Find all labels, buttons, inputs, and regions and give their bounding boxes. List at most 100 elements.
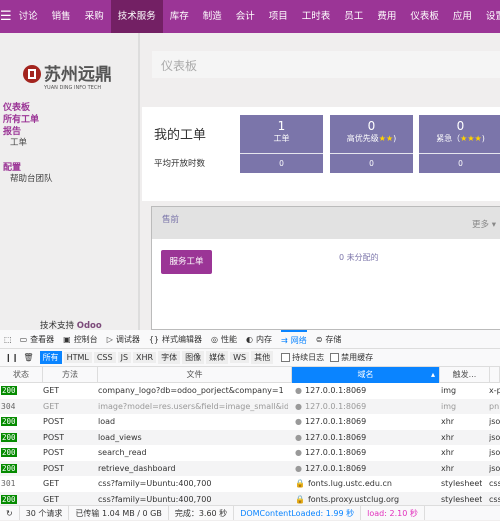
devtools-tab[interactable]: {} 样式编辑器 xyxy=(149,334,202,345)
filter-button[interactable]: JS xyxy=(117,352,132,363)
trash-icon[interactable]: 🗑 xyxy=(23,353,33,362)
ticket-tile[interactable]: 0 高优先级★★) 0 xyxy=(330,115,413,173)
ticket-tile[interactable]: 0 紧急（★★★) 0 xyxy=(419,115,500,173)
filter-button[interactable]: 字体 xyxy=(158,351,181,364)
devtools-tab[interactable]: ⇉ 网络 xyxy=(281,329,307,349)
top-navbar: ☰ 讨论销售采购技术服务库存制造会计项目工时表员工费用仪表板应用设置 xyxy=(0,0,500,33)
lock-icon: 🔒 xyxy=(295,479,305,488)
cause-cell: img xyxy=(441,386,457,395)
domain-text: 127.0.0.1:8069 xyxy=(304,432,367,442)
request-row[interactable]: 304 GET image?model=res.users&field=image_… xyxy=(0,398,500,415)
tab-icon: ▷ xyxy=(106,334,113,344)
tab-icon: ⇉ xyxy=(281,335,288,345)
tab-icon: ▭ xyxy=(19,334,28,344)
tile-avg-hours[interactable]: 0 xyxy=(240,153,323,173)
footer-transferred: 已传输 1.04 MB / 0 GB xyxy=(69,506,169,520)
nav-item[interactable]: 应用 xyxy=(446,0,479,33)
tile-label: 高优先级★★) xyxy=(330,133,413,144)
column-header[interactable]: 文件 xyxy=(98,367,292,383)
filter-button[interactable]: 其他 xyxy=(251,351,274,364)
service-ticket-button[interactable]: 服务工单 xyxy=(161,250,212,274)
status-cell: 200 xyxy=(1,414,17,430)
sidebar-item[interactable]: 帮助台团队 xyxy=(10,172,53,184)
nav-item[interactable]: 销售 xyxy=(45,0,78,33)
column-label: 触发... xyxy=(452,370,477,379)
request-row[interactable]: 200 POST search_read ● 127.0.0.1:8069 xhr jso xyxy=(0,445,500,461)
devtools-tab[interactable]: ▷ 调试器 xyxy=(107,334,140,345)
devtools-tab[interactable]: ◎ 性能 xyxy=(211,334,237,345)
filter-button[interactable]: CSS xyxy=(93,352,116,363)
nav-item[interactable]: 设置 xyxy=(479,0,500,33)
globe-icon: ● xyxy=(295,417,302,426)
request-row[interactable]: 200 GET company_logo?db=odoo_porject&compa… xyxy=(0,383,500,399)
tile-count: 1 xyxy=(277,119,286,133)
request-row[interactable]: 200 POST retrieve_dashboard ● 127.0.0.1:8069… xyxy=(0,460,500,476)
column-label: 文件 xyxy=(186,370,203,379)
more-dropdown[interactable]: 更多 ▾ xyxy=(472,218,496,230)
priority-stars-icon: ★★ xyxy=(378,134,394,143)
nav-item[interactable]: 库存 xyxy=(163,0,196,33)
method-cell: POST xyxy=(43,448,65,457)
filter-button[interactable]: 媒体 xyxy=(206,351,229,364)
nav-item[interactable]: 项目 xyxy=(262,0,295,33)
globe-icon: ● xyxy=(295,448,302,457)
filter-button[interactable]: WS xyxy=(230,352,250,363)
nav-item[interactable]: 采购 xyxy=(78,0,111,33)
nav-item[interactable]: 制造 xyxy=(196,0,229,33)
column-header[interactable]: 方法 xyxy=(43,367,98,383)
column-header[interactable]: 触发... xyxy=(440,367,490,383)
file-cell: load xyxy=(98,417,116,426)
status-code: 200 xyxy=(1,448,17,457)
nav-item[interactable]: 工时表 xyxy=(295,0,338,33)
network-table-header: 状态 方法 文件 域名 ▴ 触发... xyxy=(0,367,500,383)
checkbox[interactable] xyxy=(281,353,291,362)
tile-avg-hours[interactable]: 0 xyxy=(419,153,500,173)
request-row[interactable]: 301 GET css?family=Ubuntu:400,700 🔒 fonts.lu… xyxy=(0,476,500,492)
status-cell: 200 xyxy=(1,445,17,461)
tile-avg-hours[interactable]: 0 xyxy=(330,153,413,173)
ticket-tile[interactable]: 1 工单 0 xyxy=(240,115,323,173)
lock-icon: 🔒 xyxy=(295,494,305,504)
devtools-tab[interactable]: ◐ 内存 xyxy=(246,334,272,345)
globe-icon: ● xyxy=(295,432,302,442)
nav-item[interactable]: 费用 xyxy=(370,0,403,33)
cause-cell: stylesheet xyxy=(441,479,483,488)
nav-item[interactable]: 讨论 xyxy=(12,0,45,33)
domain-cell: ● 127.0.0.1:8069 xyxy=(295,383,366,399)
sort-asc-icon: ▴ xyxy=(430,370,435,379)
devtools-tab[interactable]: ▣ 控制台 xyxy=(63,334,98,345)
unassigned-link[interactable]: 0 未分配的 xyxy=(339,252,379,263)
nav-item[interactable]: 员工 xyxy=(337,0,370,33)
pause-icon[interactable]: ❙❙ xyxy=(5,353,18,362)
team-name: 售前 xyxy=(162,215,180,225)
filter-button[interactable]: XHR xyxy=(133,352,157,363)
filter-button[interactable]: HTML xyxy=(63,352,92,363)
tab-icon: ◐ xyxy=(246,334,253,344)
reload-icon[interactable]: ↻ xyxy=(0,506,20,520)
nav-item[interactable]: 会计 xyxy=(229,0,262,33)
nav-item[interactable]: 技术服务 xyxy=(110,0,163,33)
checkbox-option[interactable]: 持续日志 xyxy=(281,352,324,363)
filter-button[interactable]: 图像 xyxy=(182,351,205,364)
column-header[interactable] xyxy=(490,367,500,383)
filter-button[interactable]: 所有 xyxy=(39,351,62,364)
menu-icon[interactable]: ☰ xyxy=(0,9,12,24)
column-header[interactable]: 状态 xyxy=(0,367,43,383)
tab-label: 网络 xyxy=(290,335,307,345)
column-header[interactable]: 域名 ▴ xyxy=(292,367,440,383)
request-row[interactable]: 200 POST load ● 127.0.0.1:8069 xhr jso xyxy=(0,414,500,430)
status-code: 304 xyxy=(1,401,16,411)
element-picker-icon[interactable]: ⬚ xyxy=(4,335,12,344)
devtools-tab[interactable]: ⊜ 存储 xyxy=(316,334,342,345)
domain-text: fonts.lug.ustc.edu.cn xyxy=(307,479,392,488)
devtools-panel: ⬚ ▭ 查看器 ▣ 控制台 ▷ 调试器 {} 样式编辑器 ◎ 性能 ◐ 内存 ⇉ 网络 ⊜ 存储 ❙❙ 🗑 所有 HT… xyxy=(0,329,500,520)
checkbox[interactable] xyxy=(330,353,340,362)
checkbox-option[interactable]: 禁用缓存 xyxy=(330,352,373,363)
devtools-tab[interactable]: ▭ 查看器 xyxy=(20,334,55,345)
status-cell: 304 xyxy=(1,399,15,415)
request-row[interactable]: 200 POST load_views ● 127.0.0.1:8069 xhr jso xyxy=(0,429,500,445)
cause-cell: xhr xyxy=(441,417,455,426)
footer-dcl: DOMContentLoaded: 1.99 秒 xyxy=(234,506,362,520)
sidebar-item[interactable]: 工单 xyxy=(10,136,27,148)
nav-item[interactable]: 仪表板 xyxy=(403,0,446,33)
